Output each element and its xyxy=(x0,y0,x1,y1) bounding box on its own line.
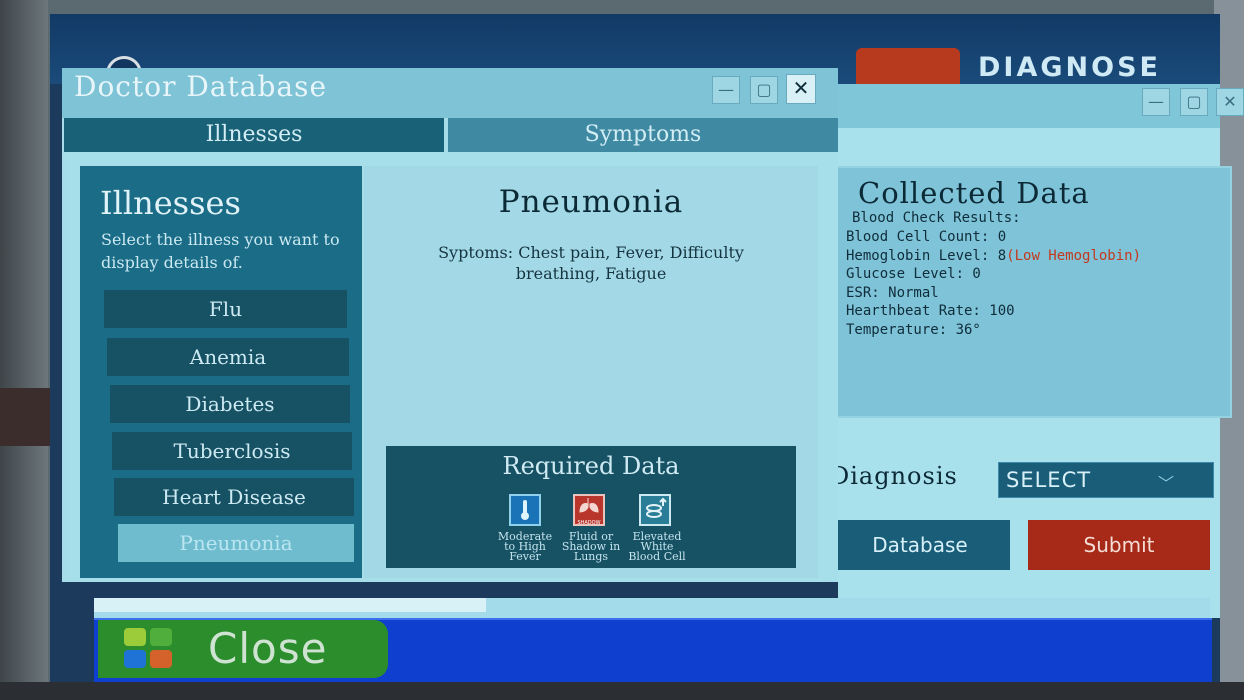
tab-symptoms[interactable]: Symptoms xyxy=(448,118,838,152)
data-line-blood-cell-count: Blood Cell Count: 0 xyxy=(846,229,1007,245)
database-button[interactable]: Database xyxy=(830,520,1010,570)
diagnose-header-label: DIAGNOSE xyxy=(978,52,1161,83)
illness-item-pneumonia[interactable]: Pneumonia xyxy=(118,524,354,562)
illness-item-anemia[interactable]: Anemia xyxy=(107,338,349,376)
monitor-bezel-bottom xyxy=(0,682,1244,700)
illness-detail-title: Pneumonia xyxy=(498,184,684,220)
maximize-icon[interactable]: ▢ xyxy=(750,76,778,104)
illness-item-heart-disease[interactable]: Heart Disease xyxy=(114,478,354,516)
tab-illnesses[interactable]: Illnesses xyxy=(64,118,444,152)
data-line-hemoglobin: Hemoglobin Level: 8(Low Hemoglobin) xyxy=(846,248,1142,264)
illness-item-tuberclosis[interactable]: Tuberclosis xyxy=(112,432,352,470)
illness-item-diabetes[interactable]: Diabetes xyxy=(110,385,350,423)
low-hemoglobin-warning: (Low Hemoglobin) xyxy=(1006,248,1142,264)
minimize-icon[interactable]: — xyxy=(1142,88,1170,116)
monitor-bezel-left xyxy=(0,0,60,700)
required-caption-fever: Moderate to High Fever xyxy=(497,530,553,563)
diagnosis-select-value: SELECT xyxy=(1006,468,1092,492)
required-data-title: Required Data xyxy=(502,452,680,480)
chevron-down-icon[interactable]: ﹀ xyxy=(1158,470,1174,494)
submit-button[interactable]: Submit xyxy=(1028,520,1210,570)
lungs-shadow-icon: SHADOW xyxy=(573,494,605,526)
data-line-glucose: Glucose Level: 0 xyxy=(846,266,981,282)
close-icon[interactable]: ✕ xyxy=(786,74,816,104)
illnesses-heading: Illnesses xyxy=(100,184,241,222)
data-line-esr: ESR: Normal xyxy=(846,285,939,301)
close-app-label: Close xyxy=(208,624,328,673)
data-line-heartbeat: Hearthbeat Rate: 100 xyxy=(846,303,1015,319)
thermometer-icon xyxy=(509,494,541,526)
illness-symptoms-text: Syptoms: Chest pain, Fever, Difficulty b… xyxy=(438,243,744,283)
data-line-temperature: Temperature: 36° xyxy=(846,322,981,338)
diagnose-header-button[interactable] xyxy=(856,48,960,84)
maximize-icon[interactable]: ▢ xyxy=(1180,88,1208,116)
blood-cell-up-icon xyxy=(639,494,671,526)
window-title: Doctor Database xyxy=(74,70,328,103)
collected-data-title: Collected Data xyxy=(858,176,1090,210)
minimize-icon[interactable]: — xyxy=(712,76,740,104)
diagnosis-label: Diagnosis xyxy=(830,462,958,490)
lungs-icon-label: SHADOW xyxy=(577,520,601,526)
app-logo-icon xyxy=(124,628,176,670)
taskbar-highlight xyxy=(94,598,486,612)
required-caption-lungs: Fluid or Shadow in Lungs xyxy=(561,530,621,563)
blood-check-heading: Blood Check Results: xyxy=(852,210,1021,226)
illness-item-flu[interactable]: Flu xyxy=(104,290,347,328)
required-caption-blood-cell: Elevated White Blood Cell xyxy=(628,530,686,563)
close-icon[interactable]: ✕ xyxy=(1216,88,1244,116)
illnesses-instruction: Select the illness you want to display d… xyxy=(101,230,340,272)
